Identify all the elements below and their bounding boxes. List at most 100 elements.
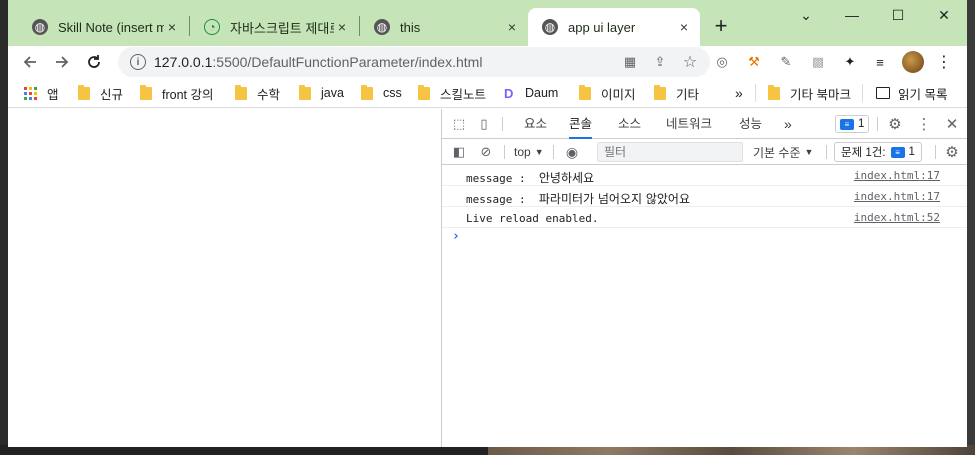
tab-javascript[interactable]: ◔ 자바스크립트 제대로 × bbox=[190, 8, 358, 46]
media-control-icon[interactable]: ≡ bbox=[870, 52, 890, 72]
log-source-link[interactable]: index.html:17 bbox=[854, 190, 940, 203]
bookmarks-overflow-button[interactable]: » bbox=[735, 84, 743, 102]
log-message: message : 파라미터가 넘어오지 않았어요 bbox=[466, 190, 690, 207]
console-toolbar: ◧ ⊘ top▼ ◉ 기본 수준▼ 문제 1건:≡1 ⚙ bbox=[442, 139, 967, 165]
profile-avatar[interactable] bbox=[902, 51, 924, 73]
tab-sources[interactable]: 소스 bbox=[618, 109, 641, 139]
tab-skill-note[interactable]: ◍ Skill Note (insert m × bbox=[18, 8, 188, 46]
console-log-row: Live reload enabled. index.html:52 bbox=[442, 207, 967, 228]
folder-icon bbox=[78, 84, 90, 100]
context-selector[interactable]: top ▼ bbox=[514, 143, 544, 161]
log-level-label: 기본 수준 bbox=[753, 145, 801, 160]
daum-logo-icon: D bbox=[504, 85, 514, 101]
log-message: Live reload enabled. bbox=[466, 211, 598, 225]
menu-kebab-icon[interactable]: ⋮ bbox=[934, 52, 954, 72]
close-devtools-icon[interactable]: ✕ bbox=[944, 116, 960, 133]
extension-hammer-icon[interactable]: ⚒ bbox=[744, 52, 764, 72]
star-bookmark-icon[interactable]: ☆ bbox=[680, 52, 700, 72]
reading-list-button[interactable]: 읽기 목록 bbox=[876, 84, 947, 102]
desktop-background-left bbox=[0, 0, 8, 455]
new-tab-button[interactable]: + bbox=[711, 13, 731, 39]
bookmark-daum[interactable]: D Daum bbox=[504, 84, 558, 102]
color-picker-icon[interactable]: ✎ bbox=[776, 52, 796, 72]
bookmarks-divider bbox=[755, 84, 756, 102]
minimize-button[interactable]: — bbox=[829, 4, 875, 26]
inspect-element-icon[interactable]: ⬚ bbox=[451, 116, 467, 132]
folder-icon bbox=[361, 84, 373, 100]
bookmark-folder-math[interactable]: 수학 bbox=[235, 84, 280, 102]
bookmark-label: 수학 bbox=[257, 87, 281, 102]
reload-button[interactable] bbox=[82, 50, 106, 74]
extension-grid-icon[interactable]: ▩ bbox=[808, 52, 828, 72]
site-info-icon[interactable]: i bbox=[130, 54, 146, 70]
bookmark-label: 스킬노트 bbox=[440, 87, 487, 102]
close-tab-icon[interactable]: × bbox=[334, 19, 350, 35]
devtools-menu-icon[interactable]: ⋮ bbox=[916, 116, 932, 133]
globe-icon: ◍ bbox=[542, 19, 558, 35]
log-level-selector[interactable]: 기본 수준 ▼ bbox=[753, 143, 813, 161]
reload-icon bbox=[88, 55, 100, 68]
tab-this[interactable]: ◍ this × bbox=[360, 8, 528, 46]
extensions-puzzle-icon[interactable]: ✦ bbox=[840, 52, 860, 72]
forward-button[interactable] bbox=[50, 50, 74, 74]
tab-strip: ◍ Skill Note (insert m × ◔ 자바스크립트 제대로 × … bbox=[8, 0, 967, 46]
message-icon: ≡ bbox=[840, 118, 854, 130]
console-filter-input[interactable] bbox=[597, 142, 743, 162]
device-toolbar-icon[interactable]: ▯ bbox=[476, 116, 492, 132]
log-value: 파라미터가 넘어오지 않았어요 bbox=[538, 192, 691, 206]
tab-network[interactable]: 네트워크 bbox=[666, 109, 712, 139]
tab-performance[interactable]: 성능 bbox=[739, 109, 762, 139]
close-tab-icon[interactable]: × bbox=[164, 19, 180, 35]
bookmark-folder-new[interactable]: 신규 bbox=[78, 84, 123, 102]
translate-icon[interactable]: ▦ bbox=[620, 52, 640, 72]
settings-gear-icon[interactable]: ⚙ bbox=[887, 116, 903, 133]
bookmark-apps[interactable]: 앱 bbox=[24, 84, 59, 102]
tab-console[interactable]: 콘솔 bbox=[569, 109, 593, 139]
folder-icon bbox=[768, 84, 780, 100]
maximize-button[interactable]: ☐ bbox=[875, 4, 921, 26]
log-prefix: message : bbox=[466, 193, 539, 206]
close-tab-icon[interactable]: × bbox=[676, 19, 692, 35]
bookmark-folder-front[interactable]: front 강의 bbox=[140, 84, 214, 102]
toolbar-divider bbox=[935, 145, 936, 159]
url-text[interactable]: 127.0.0.1:5500/DefaultFunctionParameter/… bbox=[154, 54, 620, 70]
tab-elements[interactable]: 요소 bbox=[524, 109, 547, 139]
live-expression-eye-icon[interactable]: ◉ bbox=[564, 144, 580, 160]
back-button[interactable] bbox=[18, 50, 42, 74]
bookmark-folder-skillnote[interactable]: 스킬노트 bbox=[418, 84, 486, 102]
share-icon[interactable]: ⇪ bbox=[650, 52, 670, 72]
console-log-row: message : 파라미터가 넘어오지 않았어요 index.html:17 bbox=[442, 186, 967, 207]
clear-console-icon[interactable]: ⊘ bbox=[478, 144, 494, 160]
bookmark-folder-images[interactable]: 이미지 bbox=[579, 84, 636, 102]
close-tab-icon[interactable]: × bbox=[504, 19, 520, 35]
url-path: :5500/DefaultFunctionParameter/index.htm… bbox=[212, 54, 483, 70]
toolbar-divider bbox=[553, 145, 554, 159]
message-count-badge[interactable]: ≡ 1 bbox=[835, 115, 870, 133]
issues-button[interactable]: 문제 1건: ≡ 1 bbox=[834, 142, 922, 162]
more-tabs-button[interactable]: » bbox=[784, 109, 792, 139]
log-source-link[interactable]: index.html:17 bbox=[854, 169, 940, 182]
bookmark-other-folder[interactable]: 기타 북마크 bbox=[768, 84, 851, 102]
bookmark-folder-etc[interactable]: 기타 bbox=[654, 84, 699, 102]
folder-icon bbox=[579, 84, 591, 100]
folder-icon bbox=[140, 84, 152, 100]
bookmark-label: Daum bbox=[525, 86, 559, 100]
folder-icon bbox=[654, 84, 666, 100]
log-message: message : 안녕하세요 bbox=[466, 169, 594, 186]
browser-toolbar: i 127.0.0.1:5500/DefaultFunctionParamete… bbox=[8, 46, 967, 78]
bookmark-label: 이미지 bbox=[601, 87, 636, 102]
tab-app-ui-layer[interactable]: ◍ app ui layer × bbox=[528, 8, 700, 46]
console-input[interactable]: › bbox=[442, 228, 967, 248]
arrow-right-icon bbox=[56, 56, 69, 68]
log-source-link[interactable]: index.html:52 bbox=[854, 211, 940, 224]
bookmarks-divider bbox=[862, 84, 863, 102]
tab-search-icon[interactable]: ⌄ bbox=[783, 4, 829, 26]
toolbar-divider bbox=[877, 117, 878, 131]
sidebar-toggle-icon[interactable]: ◧ bbox=[451, 144, 467, 160]
address-bar[interactable]: i 127.0.0.1:5500/DefaultFunctionParamete… bbox=[118, 47, 710, 77]
close-window-button[interactable]: ✕ bbox=[921, 4, 967, 26]
bookmark-folder-css[interactable]: css bbox=[361, 84, 402, 102]
bookmark-folder-java[interactable]: java bbox=[299, 84, 344, 102]
extension-circle-icon[interactable]: ◎ bbox=[712, 52, 732, 72]
console-settings-gear-icon[interactable]: ⚙ bbox=[944, 144, 960, 161]
